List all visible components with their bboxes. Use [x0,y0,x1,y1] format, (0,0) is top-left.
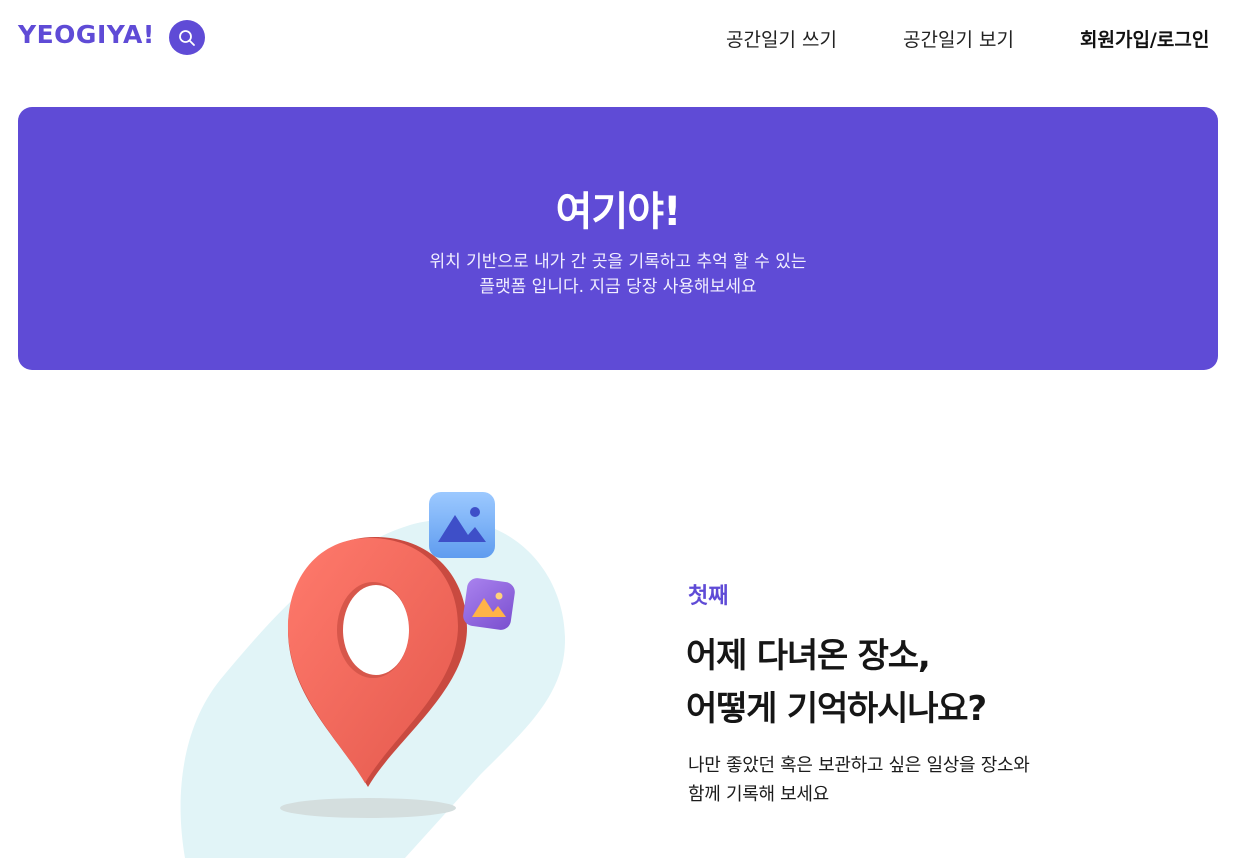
search-button[interactable] [169,20,205,55]
feature-heading-line1: 어제 다녀온 장소, [686,636,931,676]
hero-description-line1: 위치 기반으로 내가 간 곳을 기록하고 추억 할 수 있는 [429,252,807,272]
search-icon [179,30,195,46]
hero-banner: 여기야! 위치 기반으로 내가 간 곳을 기록하고 추억 할 수 있는 플랫폼 … [18,107,1218,370]
logo[interactable]: YEOGIYA! [18,20,155,49]
nav-view-diary[interactable]: 공간일기 보기 [903,25,1014,52]
location-illustration [180,480,580,858]
feature-eyebrow: 첫째 [688,584,729,609]
site-header: YEOGIYA! 공간일기 쓰기 공간일기 보기 회원가입/로그인 [0,0,1237,76]
nav-signup-login[interactable]: 회원가입/로그인 [1080,25,1209,52]
feature-description-line2: 함께 기록해 보세요 [688,784,829,805]
hero-description-line2: 플랫폼 입니다. 지금 당장 사용해보세요 [479,277,757,297]
nav-write-diary[interactable]: 공간일기 쓰기 [726,25,837,52]
image-icon-purple [463,578,515,630]
hero-title: 여기야! [555,189,682,235]
feature-description-line1: 나만 좋았던 혹은 보관하고 싶은 일상을 장소와 [688,755,1030,776]
image-icon-blue [429,492,495,558]
feature-heading-line2: 어떻게 기억하시나요? [686,689,987,729]
pin-shadow [280,798,456,818]
